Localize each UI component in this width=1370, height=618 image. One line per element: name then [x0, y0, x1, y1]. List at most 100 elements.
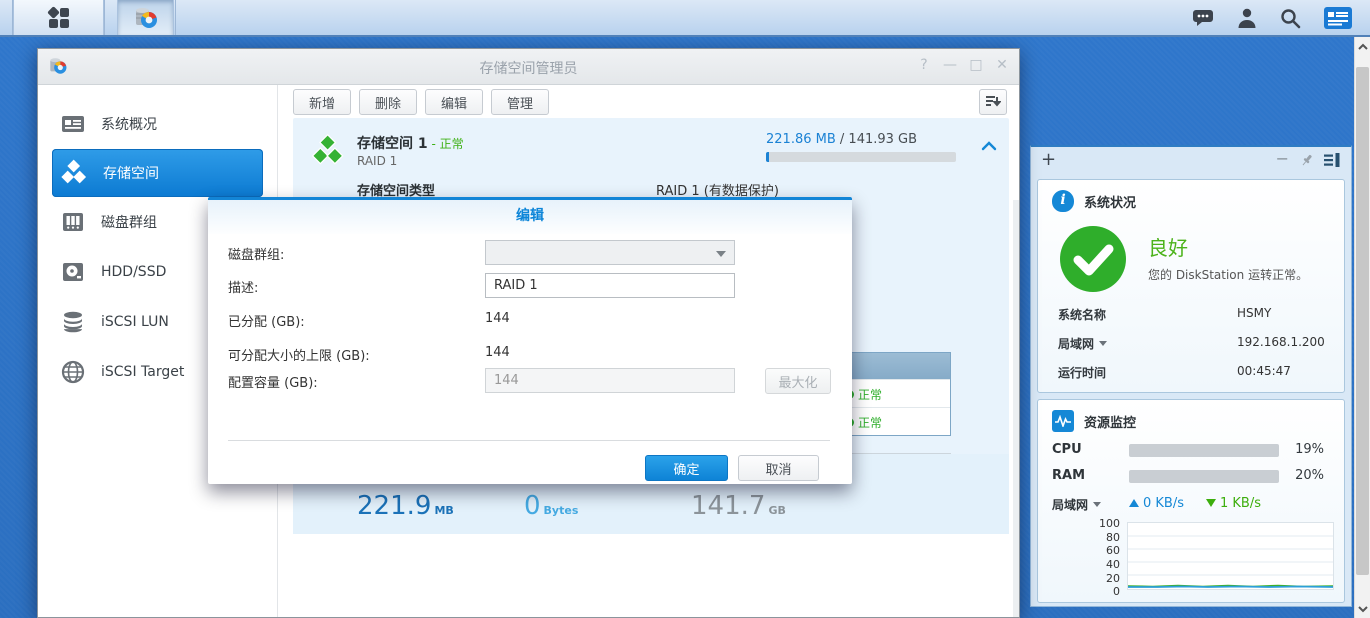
window-scrollbar-track[interactable] [1013, 200, 1019, 617]
storage-manager-taskbar-button[interactable] [117, 0, 174, 35]
max-allocatable-value: 144 [485, 345, 510, 360]
health-status: 良好 [1148, 232, 1188, 261]
widget-panel: + − i 系统状况 良好 您的 DiskStation 运转正常。 系统名称 … [1030, 145, 1352, 607]
info-label: 运行时间 [1058, 364, 1106, 381]
sort-icon [985, 94, 1001, 110]
description-input[interactable] [485, 273, 735, 298]
volume-cubes-icon [60, 159, 88, 187]
lun-icon [60, 309, 86, 335]
chart-y-axis: 100 80 60 40 20 0 [1082, 518, 1120, 588]
close-button[interactable]: ✕ [995, 57, 1009, 73]
lan-traffic-dropdown[interactable]: 局域网 [1052, 496, 1101, 513]
scroll-up-button[interactable] [1355, 37, 1370, 55]
ram-percent: 20% [1295, 468, 1324, 483]
volume-status-icon [311, 134, 345, 168]
maximize-button[interactable]: □ [969, 57, 983, 73]
search-icon[interactable] [1279, 7, 1303, 29]
main-menu-icon [48, 7, 70, 29]
chevron-down-icon [1093, 502, 1101, 507]
volume-usage: 221.86 MB / 141.93 GB [766, 132, 956, 147]
disk-status: 正常 [858, 386, 882, 403]
ram-bar [1129, 470, 1279, 483]
disk-group-dropdown[interactable] [485, 240, 735, 265]
minimize-button[interactable]: — [943, 57, 957, 73]
user-icon[interactable] [1236, 7, 1260, 29]
chat-icon[interactable] [1191, 7, 1215, 29]
health-message: 您的 DiskStation 运转正常。 [1148, 266, 1308, 283]
delete-button[interactable]: 删除 [359, 89, 417, 115]
manage-button[interactable]: 管理 [491, 89, 549, 115]
health-check-icon [1060, 226, 1126, 292]
chevron-up-icon [1358, 43, 1368, 50]
volume-title: 存储空间 1 - 正常 [357, 133, 464, 153]
desktop: 存储空间管理员 ? — □ ✕ 系统概况 存储空间 [0, 0, 1370, 618]
volume-status: 正常 [440, 137, 464, 151]
info-value: 00:45:47 [1237, 364, 1291, 378]
sidebar-item-label: 系统概况 [101, 114, 157, 134]
disk-status: 正常 [858, 414, 882, 431]
capacity-input[interactable] [485, 368, 735, 393]
stat-value: 221.9 [357, 491, 431, 521]
collapse-chevron-icon[interactable] [981, 140, 997, 152]
panel-layout-icon[interactable] [1323, 152, 1341, 168]
description-label: 描述: [228, 277, 258, 296]
sidebar-item-volume[interactable]: 存储空间 [52, 149, 263, 197]
maximize-capacity-button[interactable]: 最大化 [765, 368, 831, 394]
download-arrow-icon [1206, 499, 1216, 507]
window-title: 存储空间管理员 [38, 58, 1019, 78]
cpu-bar [1129, 444, 1279, 457]
disk-group-icon [60, 209, 86, 235]
stat-value: 141.7 [691, 491, 765, 521]
chevron-down-icon [1358, 606, 1368, 613]
info-shield-icon: i [1052, 190, 1074, 212]
upload-speed: 0 KB/s [1143, 496, 1184, 511]
scrollbar-thumb[interactable] [1356, 67, 1369, 575]
volume-usage-bar [766, 152, 956, 162]
pin-icon[interactable] [1299, 152, 1315, 168]
allocated-label: 已分配 (GB): [228, 311, 305, 330]
sort-button[interactable] [979, 89, 1007, 115]
info-value: 192.168.1.200 [1237, 335, 1325, 349]
scroll-down-button[interactable] [1355, 600, 1370, 618]
edit-button[interactable]: 编辑 [425, 89, 483, 115]
window-titlebar: 存储空间管理员 ? — □ ✕ [38, 49, 1019, 85]
capacity-label: 配置容量 (GB): [228, 372, 318, 391]
ram-label: RAM [1052, 468, 1085, 483]
hdd-icon [60, 259, 86, 285]
cancel-button[interactable]: 取消 [738, 455, 819, 481]
ok-button[interactable]: 确定 [645, 455, 728, 481]
help-button[interactable]: ? [917, 57, 931, 73]
stat-value: 0 [524, 491, 541, 521]
overview-icon [60, 111, 86, 137]
sidebar-item-overview[interactable]: 系统概况 [38, 99, 277, 149]
widget-title: 系统状况 [1084, 192, 1136, 211]
sidebar-item-label: 存储空间 [103, 163, 159, 183]
collapse-panel-button[interactable]: − [1276, 149, 1289, 168]
chevron-down-icon [1099, 341, 1107, 346]
cpu-percent: 19% [1295, 442, 1324, 457]
widget-panel-header: + − [1031, 147, 1351, 175]
widgets-icon[interactable] [1324, 7, 1348, 29]
lan-dropdown[interactable]: 局域网 [1058, 335, 1107, 352]
edit-dialog: 编辑 磁盘群组: 描述: 已分配 (GB): 144 可分配大小的上限 (GB)… [208, 197, 852, 484]
storage-manager-icon [133, 5, 159, 31]
chart-plot-area [1127, 522, 1334, 590]
volume-name: 存储空间 1 [357, 136, 428, 152]
chevron-down-icon [716, 251, 726, 257]
add-button[interactable]: 新增 [293, 89, 351, 115]
download-speed: 1 KB/s [1220, 496, 1261, 511]
target-icon [60, 359, 86, 385]
resource-monitor-icon [1052, 410, 1074, 432]
dialog-title: 编辑 [208, 200, 852, 234]
dialog-divider [228, 440, 830, 441]
add-widget-button[interactable]: + [1041, 149, 1056, 170]
sidebar-item-label: HDD/SSD [101, 264, 166, 280]
taskbar [0, 0, 1370, 37]
toolbar: 新增 删除 编辑 管理 [278, 85, 1019, 118]
sidebar-item-label: iSCSI LUN [101, 314, 169, 330]
network-chart: 100 80 60 40 20 0 [1038, 518, 1338, 594]
info-label: 系统名称 [1058, 306, 1106, 323]
widget-title: 资源监控 [1084, 412, 1136, 431]
main-menu-button[interactable] [13, 0, 104, 35]
sidebar-item-label: 磁盘群组 [101, 212, 157, 232]
